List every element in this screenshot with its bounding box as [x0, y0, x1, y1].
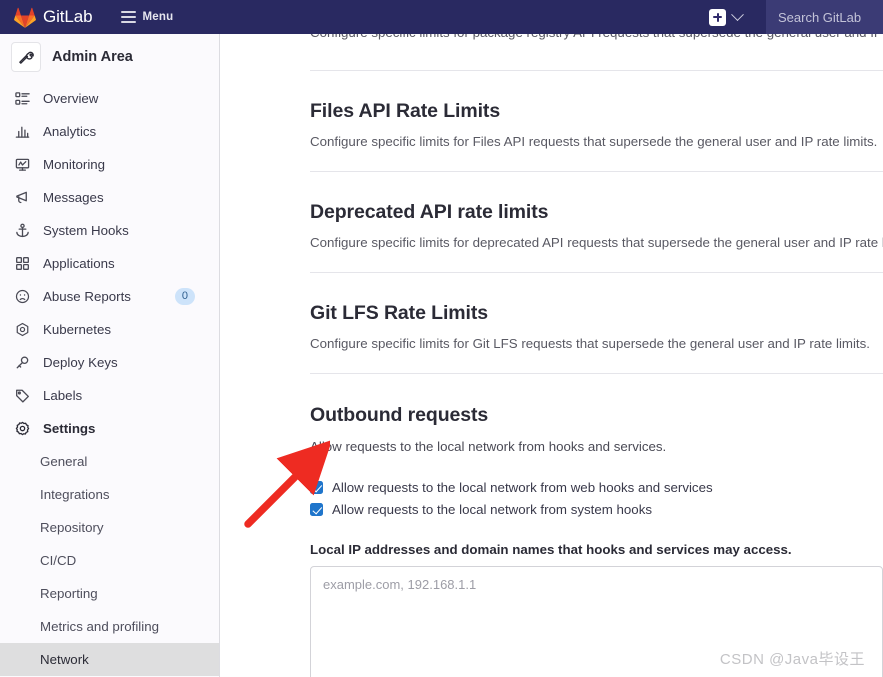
sidebar-item-applications[interactable]: Applications	[0, 247, 219, 280]
key-icon	[14, 355, 30, 371]
gitlab-admin-network-settings-page: GitLab Menu Search GitLab Admin Area Ove…	[0, 0, 883, 677]
search-input[interactable]: Search GitLab	[766, 0, 883, 34]
applications-icon	[14, 256, 30, 272]
sidebar-context-header[interactable]: Admin Area	[0, 34, 219, 80]
section-description: Configure specific limits for package re…	[310, 34, 883, 40]
sidebar-subitem-label: Repository	[40, 520, 104, 535]
sidebar-subitem-label: Integrations	[40, 487, 110, 502]
sidebar-item-labels[interactable]: Labels	[0, 379, 219, 412]
main-menu-label: Menu	[142, 11, 174, 23]
section-description: Configure specific limits for Files API …	[310, 134, 878, 149]
sidebar-item-analytics[interactable]: Analytics	[0, 115, 219, 148]
sidebar-item-label: Analytics	[43, 124, 97, 139]
files-api-rate-limits-section: Files API Rate Limits Configure specific…	[310, 100, 883, 149]
allow-system-hooks-label: Allow requests to the local network from…	[332, 501, 652, 517]
sidebar-item-integrations[interactable]: Integrations	[0, 478, 219, 511]
section-divider	[310, 272, 883, 273]
sidebar-nav-list: Overview Analytics Monitoring Messages S…	[0, 80, 219, 676]
sidebar-subitem-label: Metrics and profiling	[40, 619, 159, 634]
section-title: Files API Rate Limits	[310, 100, 501, 122]
sidebar-item-settings[interactable]: Settings	[0, 412, 219, 445]
analytics-icon	[14, 124, 30, 140]
git-lfs-rate-limits-section: Git LFS Rate Limits Configure specific l…	[310, 302, 883, 351]
gitlab-home-link[interactable]: GitLab	[14, 7, 93, 28]
anchor-icon	[14, 223, 30, 239]
top-navbar: GitLab Menu Search GitLab	[0, 0, 883, 34]
plus-icon[interactable]	[709, 8, 726, 26]
sidebar-subitem-label: General	[40, 454, 88, 469]
section-title: Deprecated API rate limits	[310, 201, 549, 223]
sidebar-item-label: System Hooks	[43, 223, 129, 238]
main-menu-button[interactable]: Menu	[115, 7, 180, 27]
sidebar-item-overview[interactable]: Overview	[0, 82, 219, 115]
sidebar-item-cicd[interactable]: CI/CD	[0, 544, 219, 577]
package-registry-section-clipped: Configure specific limits for package re…	[310, 34, 883, 48]
sidebar-subitem-label: Reporting	[40, 586, 98, 601]
main-content: Configure specific limits for package re…	[221, 34, 883, 677]
sidebar-item-label: Labels	[43, 388, 83, 403]
gear-icon	[14, 421, 30, 437]
abuse-reports-badge: 0	[174, 288, 195, 305]
gitlab-logo-icon	[14, 7, 36, 28]
section-divider	[310, 373, 883, 374]
sidebar-item-abuse-reports[interactable]: Abuse Reports 0	[0, 280, 219, 313]
section-description: Configure specific limits for Git LFS re…	[310, 336, 870, 351]
sidebar-item-monitoring[interactable]: Monitoring	[0, 148, 219, 181]
sidebar-item-reporting[interactable]: Reporting	[0, 577, 219, 610]
sidebar-item-deploy-keys[interactable]: Deploy Keys	[0, 346, 219, 379]
sidebar-item-messages[interactable]: Messages	[0, 181, 219, 214]
allow-web-hooks-checkbox-row[interactable]: Allow requests to the local network from…	[310, 476, 883, 498]
sidebar-subitem-label: CI/CD	[40, 553, 77, 568]
section-title: Outbound requests	[310, 404, 489, 426]
sidebar-item-label: Kubernetes	[43, 322, 112, 337]
sidebar-item-label: Settings	[43, 421, 96, 436]
sidebar-item-label: Applications	[43, 256, 115, 271]
csdn-watermark: CSDN @Java毕设王	[719, 651, 865, 668]
deprecated-api-rate-limits-section: Deprecated API rate limits Configure spe…	[310, 201, 883, 250]
sidebar-item-label: Monitoring	[43, 157, 106, 172]
allowlist-field-label: Local IP addresses and domain names that…	[310, 542, 792, 557]
megaphone-icon	[14, 190, 30, 206]
hamburger-icon	[120, 11, 136, 23]
sidebar-item-network[interactable]: Network	[0, 643, 219, 676]
outbound-checkbox-group: Allow requests to the local network from…	[310, 476, 883, 520]
section-title: Git LFS Rate Limits	[310, 302, 488, 324]
sidebar-item-repository[interactable]: Repository	[0, 511, 219, 544]
allow-web-hooks-label: Allow requests to the local network from…	[332, 479, 713, 495]
search-placeholder-text: Search GitLab	[778, 9, 862, 25]
sidebar-item-general[interactable]: General	[0, 445, 219, 478]
section-divider	[310, 171, 883, 172]
allow-web-hooks-checkbox[interactable]	[310, 480, 323, 494]
allow-system-hooks-checkbox[interactable]	[310, 502, 323, 516]
abuse-icon	[14, 289, 30, 305]
sidebar-item-label: Overview	[43, 91, 99, 106]
sidebar-item-label: Messages	[43, 190, 104, 205]
sidebar-item-system-hooks[interactable]: System Hooks	[0, 214, 219, 247]
section-divider	[310, 70, 883, 71]
gitlab-wordmark: GitLab	[43, 7, 93, 26]
monitor-icon	[14, 157, 30, 173]
create-new-dropdown[interactable]	[709, 7, 744, 26]
admin-sidebar: Admin Area Overview Analytics Monitoring…	[0, 34, 220, 677]
settings-column: Configure specific limits for package re…	[310, 34, 883, 677]
sidebar-item-label: Abuse Reports	[43, 289, 131, 304]
sidebar-subitem-label: Network	[40, 652, 89, 667]
section-description: Configure specific limits for deprecated…	[310, 235, 883, 250]
sidebar-item-metrics-and-profiling[interactable]: Metrics and profiling	[0, 610, 219, 643]
topbar-right-group: Search GitLab	[709, 0, 883, 34]
sidebar-item-kubernetes[interactable]: Kubernetes	[0, 313, 219, 346]
chevron-down-icon[interactable]	[731, 7, 744, 21]
sidebar-context-title: Admin Area	[52, 49, 133, 65]
allow-system-hooks-checkbox-row[interactable]: Allow requests to the local network from…	[310, 498, 883, 520]
sidebar-item-label: Deploy Keys	[43, 355, 118, 370]
kubernetes-icon	[14, 322, 30, 338]
label-icon	[14, 388, 30, 404]
overview-icon	[14, 91, 30, 107]
section-description: Allow requests to the local network from…	[310, 439, 667, 454]
outbound-requests-section: Outbound requests Allow requests to the …	[310, 404, 883, 677]
wrench-icon	[11, 42, 41, 72]
